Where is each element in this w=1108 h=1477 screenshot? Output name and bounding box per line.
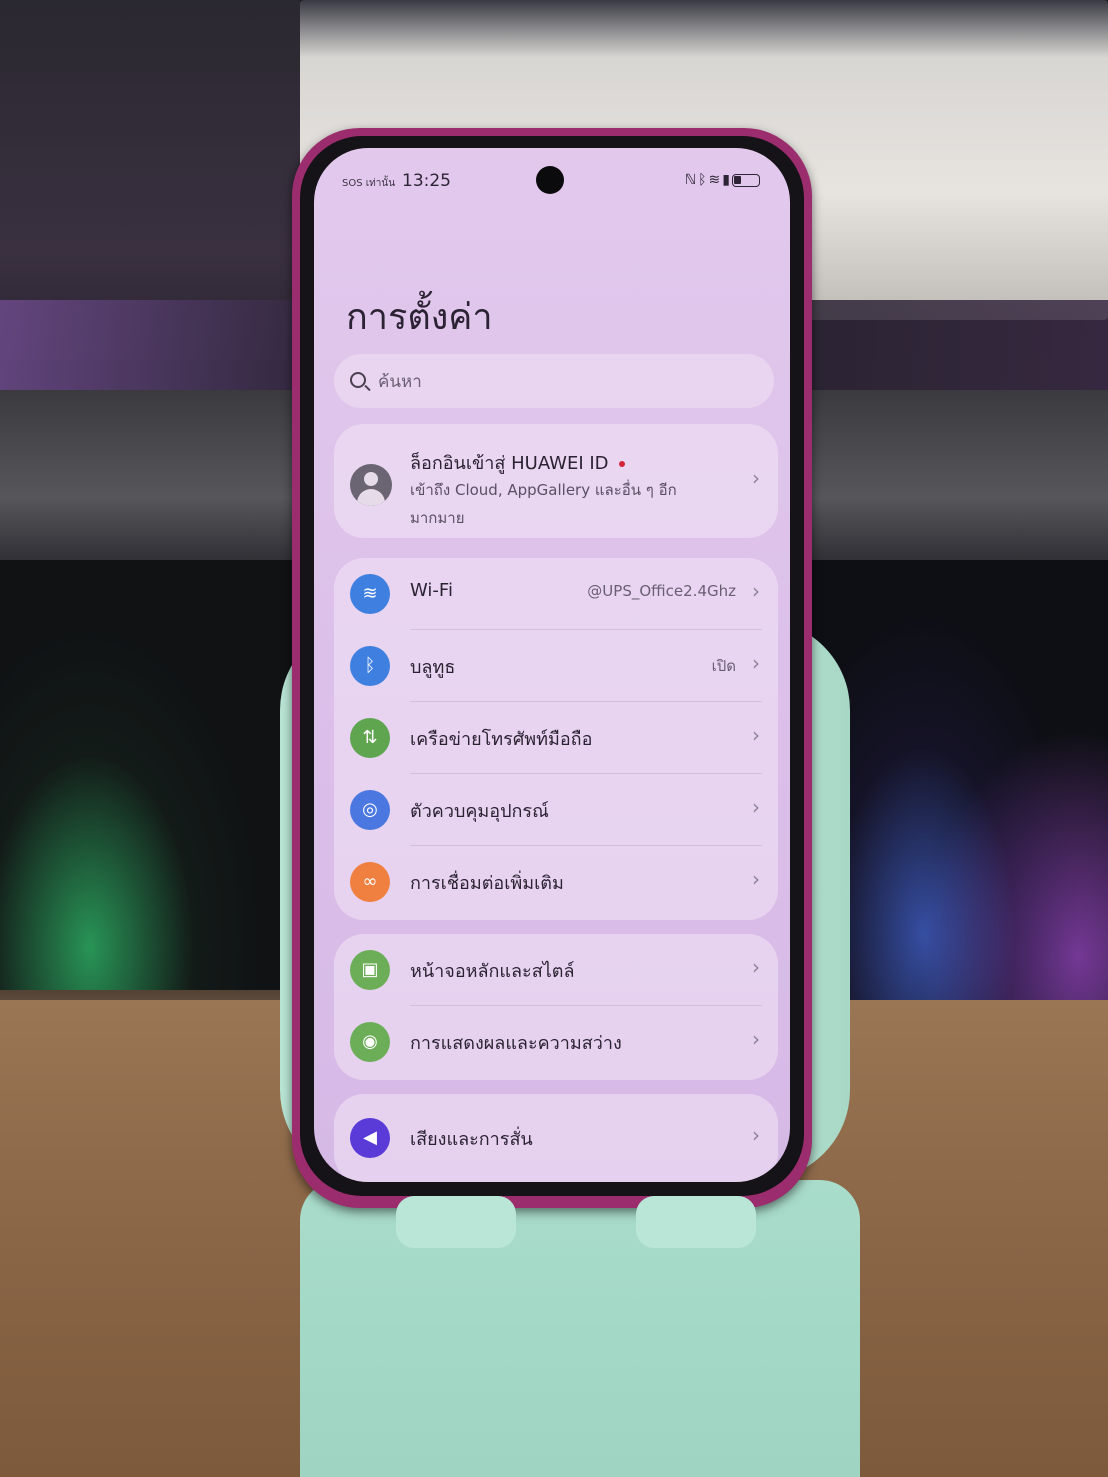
- wallpaper-icon: ▣: [350, 950, 390, 990]
- carrier-text: SOS เท่านั้น: [342, 178, 396, 189]
- settings-item-label: การแสดงผลและความสว่าง: [410, 1033, 622, 1054]
- settings-item-device-control[interactable]: ◎ ตัวควบคุมอุปกรณ์ ›: [334, 774, 778, 846]
- chevron-right-icon: ›: [752, 723, 760, 747]
- speaker-icon: ◀: [350, 1118, 390, 1158]
- phone-screen: SOS เท่านั้น 13:25 ℕᛒ≋▮ การตั้งค่า ค้นหา…: [314, 148, 790, 1182]
- battery-icon: [732, 173, 760, 187]
- avatar: [350, 464, 392, 506]
- phone: SOS เท่านั้น 13:25 ℕᛒ≋▮ การตั้งค่า ค้นหา…: [292, 128, 812, 1208]
- phone-stand-clip-left: [396, 1196, 516, 1248]
- search-input[interactable]: ค้นหา: [334, 354, 774, 408]
- status-icons: ℕᛒ≋▮: [685, 172, 760, 188]
- settings-item-sound[interactable]: ◀ เสียงและการสั่น ›: [334, 1102, 778, 1174]
- settings-item-label: บลูทูธ: [410, 657, 456, 678]
- device-control-icon: ◎: [350, 790, 390, 830]
- settings-item-label: การเชื่อมต่อเพิ่มเติม: [410, 873, 564, 894]
- display-group: ▣ หน้าจอหลักและสไตล์ › ◉ การแสดงผลและควา…: [334, 934, 778, 1080]
- front-camera: [536, 166, 564, 194]
- connectivity-group: ≋ Wi-Fi @UPS_Office2.4Ghz › ᛒ บลูทูธ เปิ…: [334, 558, 778, 920]
- settings-item-label: เครือข่ายโทรศัพท์มือถือ: [410, 729, 593, 750]
- page-title: การตั้งค่า: [346, 297, 493, 338]
- bluetooth-icon: ᛒ: [698, 172, 709, 188]
- account-title-text: ล็อกอินเข้าสู่ HUAWEI ID: [410, 453, 609, 474]
- phone-bezel: SOS เท่านั้น 13:25 ℕᛒ≋▮ การตั้งค่า ค้นหา…: [300, 136, 804, 1196]
- vibrate-icon: ▮: [722, 172, 732, 188]
- clock: 13:25: [402, 171, 451, 191]
- search-icon: [350, 372, 366, 388]
- account-title: ล็อกอินเข้าสู่ HUAWEI ID: [410, 448, 625, 477]
- settings-item-value: @UPS_Office2.4Ghz: [587, 582, 736, 600]
- phone-stand-base: [300, 1180, 860, 1477]
- settings-item-label: Wi-Fi: [410, 580, 453, 601]
- nfc-icon: ℕ: [684, 172, 699, 188]
- chevron-right-icon: ›: [752, 1123, 760, 1147]
- sound-group: ◀ เสียงและการสั่น ›: [334, 1094, 778, 1182]
- background-keyboard-left: [0, 560, 300, 990]
- wifi-icon: ≋: [708, 172, 723, 188]
- mobile-network-icon: ⇅: [350, 718, 390, 758]
- chevron-right-icon: ›: [752, 867, 760, 891]
- bluetooth-icon: ᛒ: [350, 646, 390, 686]
- settings-item-bluetooth[interactable]: ᛒ บลูทูธ เปิด ›: [334, 630, 778, 702]
- chevron-right-icon: ›: [752, 955, 760, 979]
- settings-item-label: หน้าจอหลักและสไตล์: [410, 961, 575, 982]
- settings-item-display[interactable]: ◉ การแสดงผลและความสว่าง ›: [334, 1006, 778, 1078]
- chevron-right-icon: ›: [752, 579, 760, 603]
- notification-dot: [618, 461, 625, 467]
- settings-item-mobile-network[interactable]: ⇅ เครือข่ายโทรศัพท์มือถือ ›: [334, 702, 778, 774]
- settings-item-value: เปิด: [711, 657, 736, 675]
- wifi-icon: ≋: [350, 574, 390, 614]
- link-icon: ∞: [350, 862, 390, 902]
- settings-item-more-connections[interactable]: ∞ การเชื่อมต่อเพิ่มเติม ›: [334, 846, 778, 918]
- search-placeholder: ค้นหา: [378, 372, 422, 392]
- chevron-right-icon: ›: [752, 795, 760, 819]
- account-subtitle: เข้าถึง Cloud, AppGallery และอื่น ๆ อีกม…: [410, 481, 677, 527]
- settings-item-wifi[interactable]: ≋ Wi-Fi @UPS_Office2.4Ghz ›: [334, 558, 778, 630]
- chevron-right-icon: ›: [752, 466, 760, 490]
- settings-item-label: เสียงและการสั่น: [410, 1129, 533, 1150]
- phone-stand-clip-right: [636, 1196, 756, 1248]
- chevron-right-icon: ›: [752, 651, 760, 675]
- chevron-right-icon: ›: [752, 1027, 760, 1051]
- huawei-id-card[interactable]: ล็อกอินเข้าสู่ HUAWEI ID เข้าถึง Cloud, …: [334, 424, 778, 538]
- eye-icon: ◉: [350, 1022, 390, 1062]
- settings-item-label: ตัวควบคุมอุปกรณ์: [410, 801, 549, 822]
- settings-item-home-screen[interactable]: ▣ หน้าจอหลักและสไตล์ ›: [334, 934, 778, 1006]
